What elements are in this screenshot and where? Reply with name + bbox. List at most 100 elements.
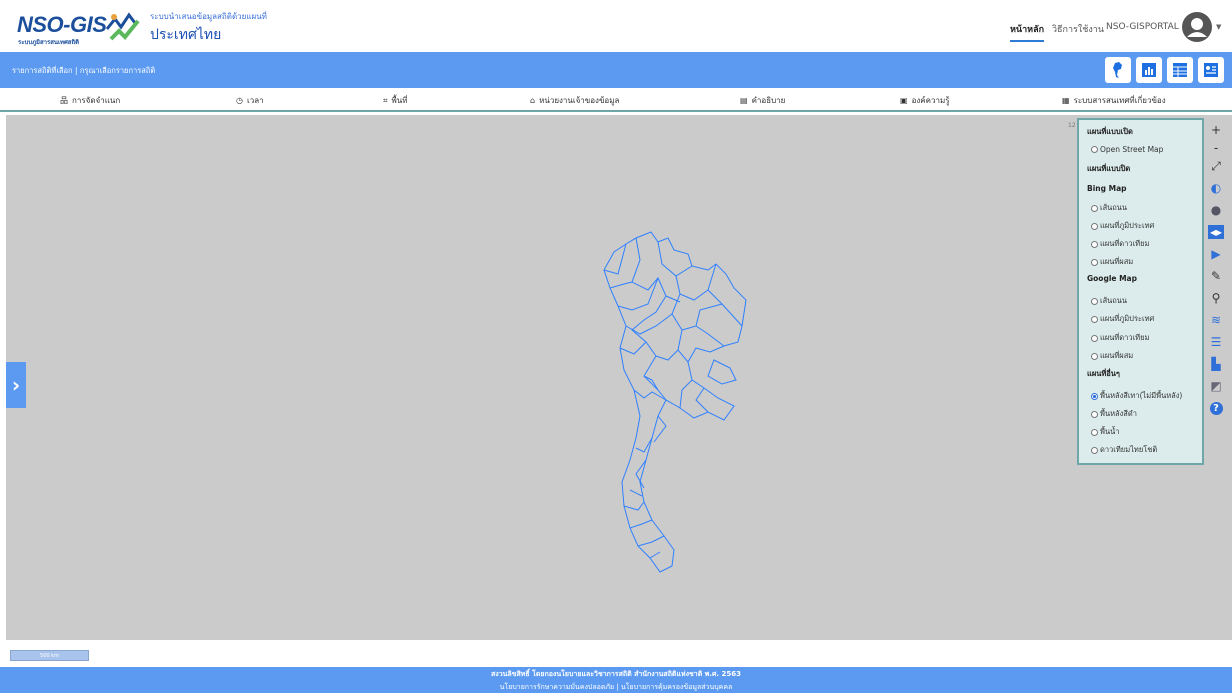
chart-pin-icon: ▙ (1211, 357, 1221, 371)
leaf-icon: ● (1210, 203, 1222, 217)
selection-hint[interactable]: กรุณาเลือกรายการสถิติ (80, 66, 155, 75)
black-background-option[interactable]: พื้นหลังสีดำ (1091, 408, 1137, 420)
help-button[interactable]: ? (1205, 398, 1227, 418)
pencil-icon: ✎ (1210, 269, 1222, 283)
nav-home[interactable]: หน้าหลัก (1010, 22, 1045, 42)
book-icon: ▣ (900, 96, 908, 105)
menu-classification[interactable]: 品การจัดจำแนก (60, 94, 120, 107)
draw-tool-button[interactable]: ✎ (1205, 266, 1227, 286)
radio-icon (1091, 222, 1098, 230)
google-hybrid-option[interactable]: แผนที่ผสม (1091, 350, 1133, 362)
radio-icon (1091, 410, 1098, 418)
swipe-tool-button[interactable]: ◂▸ (1205, 222, 1227, 242)
list-icon: ☰ (1210, 335, 1222, 349)
water-option[interactable]: พื้นน้ำ (1091, 426, 1119, 438)
radio-icon (1091, 352, 1098, 360)
basemap-panel: แผนที่แบบเปิด Open Street Map แผนที่แบบป… (1077, 118, 1204, 465)
other-maps-title: แผนที่อื่นๆ (1087, 369, 1120, 378)
radio-icon (1091, 297, 1098, 305)
nav-howto[interactable]: วิธีการใช้งาน (1052, 22, 1104, 36)
nso-gis-logo[interactable]: NSO-GIS ระบบภูมิสารสนเทศสถิติ (15, 8, 140, 46)
basemap-osm-option[interactable]: Open Street Map (1091, 145, 1163, 154)
stats-tool-button[interactable]: ▙ (1205, 354, 1227, 374)
selection-label: รายการสถิติที่เลือก | กรุณาเลือกรายการสถ… (12, 66, 156, 75)
menu-description[interactable]: ▤ คำอธิบาย (740, 94, 785, 107)
chevron-right-icon: › (11, 373, 21, 397)
bing-map-title: Bing Map (1087, 184, 1127, 193)
building-icon: ⌂ (530, 96, 536, 105)
swipe-icon: ◂▸ (1207, 225, 1225, 239)
google-road-option[interactable]: เส้นถนน (1091, 295, 1127, 307)
map-view-button[interactable] (1105, 57, 1131, 83)
bing-satellite-option[interactable]: แผนที่ดาวเทียม (1091, 238, 1149, 250)
play-button[interactable]: ▶ (1205, 244, 1227, 264)
policy-links[interactable]: นโยบายการรักษาความมั่นคงปลอดภัย | นโยบาย… (0, 682, 1232, 693)
search-tool-button[interactable]: ⚲ (1205, 288, 1227, 308)
table-view-button[interactable] (1167, 57, 1193, 83)
tagline: ระบบนำเสนอข้อมูลสถิติด้วยแผนที่ (150, 12, 267, 21)
user-avatar-icon[interactable] (1182, 12, 1212, 42)
bing-hybrid-option[interactable]: แผนที่ผสม (1091, 256, 1133, 268)
map-print-button[interactable]: ◩ (1205, 376, 1227, 396)
bing-terrain-option[interactable]: แผนที่ภูมิประเทศ (1091, 220, 1154, 232)
radio-icon (1091, 258, 1098, 266)
info-view-button[interactable] (1198, 57, 1224, 83)
zoom-scale-label: 12 (1068, 122, 1076, 129)
menu-time[interactable]: ◷ เวลา (236, 94, 264, 107)
radio-icon (1091, 146, 1098, 153)
google-map-title: Google Map (1087, 274, 1137, 283)
menu-knowledge[interactable]: ▣ องค์ความรู้ (900, 94, 950, 107)
bing-road-option[interactable]: เส้นถนน (1091, 202, 1127, 214)
logo-text: NSO-GIS (17, 12, 107, 37)
system-icon: ▦ (1062, 96, 1070, 105)
google-terrain-option[interactable]: แผนที่ภูมิประเทศ (1091, 313, 1154, 325)
google-satellite-option[interactable]: แผนที่ดาวเทียม (1091, 332, 1149, 344)
bar-chart-icon (1142, 63, 1156, 77)
gray-background-option[interactable]: พื้นหลังสีเทา(ไม่มีพื้นหลัง) (1091, 390, 1182, 402)
menu-agency[interactable]: ⌂ หน่วยงานเจ้าของข้อมูล (530, 94, 619, 107)
side-panel-toggle-button[interactable]: › (6, 362, 26, 408)
map-image-icon: ◩ (1210, 379, 1222, 393)
radio-icon (1091, 446, 1098, 454)
user-menu-caret-icon[interactable]: ▼ (1216, 23, 1221, 31)
globe-map-icon: ◐ (1210, 181, 1222, 195)
selection-bar: รายการสถิติที่เลือก | กรุณาเลือกรายการสถ… (0, 52, 1232, 88)
help-icon: ? (1209, 401, 1223, 415)
zoom-out-button[interactable]: - (1205, 138, 1227, 158)
hierarchy-icon: 品 (60, 96, 68, 105)
radio-icon (1091, 428, 1098, 436)
area-icon: ⌗ (383, 95, 388, 105)
copyright-text: สงวนลิขสิทธิ์ โดยกองนโยบายและวิชาการสถิต… (491, 670, 741, 678)
layers-button[interactable]: ≋ (1205, 310, 1227, 330)
header: NSO-GIS ระบบภูมิสารสนเทศสถิติ ระบบนำเสนอ… (0, 0, 1232, 52)
logo-subtext: ระบบภูมิสารสนเทศสถิติ (18, 39, 79, 46)
table-icon (1173, 63, 1187, 77)
info-card-icon (1204, 63, 1218, 77)
zoom-in-button[interactable]: + (1205, 120, 1227, 140)
layers-icon: ≋ (1210, 313, 1222, 327)
radio-icon (1091, 240, 1098, 248)
logo-mark-icon (105, 12, 140, 41)
search-icon: ⚲ (1211, 291, 1221, 305)
menu-area[interactable]: ⌗ พื้นที่ (383, 94, 408, 107)
clock-icon: ◷ (236, 96, 243, 105)
footer: สงวนลิขสิทธิ์ โดยกองนโยบายและวิชาการสถิต… (0, 667, 1232, 693)
menu-related-systems[interactable]: ▦ ระบบสารสนเทศที่เกี่ยวข้อง (1062, 94, 1166, 107)
fullscreen-button[interactable]: ⤢ (1205, 156, 1227, 176)
main-menu: 品การจัดจำแนก ◷ เวลา ⌗ พื้นที่ ⌂ หน่วยงานเจ้… (0, 88, 1232, 112)
closed-maps-title: แผนที่แบบปิด (1087, 164, 1131, 173)
document-icon: ▤ (740, 96, 748, 105)
map-scale-bar: 500 km (10, 650, 89, 661)
map-canvas[interactable] (6, 115, 1232, 640)
thaichote-option[interactable]: ดาวเทียมไทยโชติ (1091, 444, 1157, 456)
chart-view-button[interactable] (1136, 57, 1162, 83)
open-maps-title: แผนที่แบบเปิด (1087, 127, 1133, 136)
thailand-map-icon (1113, 62, 1122, 78)
nav-portal[interactable]: NSO-GISPORTAL (1106, 22, 1179, 32)
thailand-boundary-map[interactable] (596, 230, 756, 585)
layer-tool-button[interactable]: ● (1205, 200, 1227, 220)
country-title: ประเทศไทย (150, 27, 222, 43)
basemap-tool-button[interactable]: ◐ (1205, 178, 1227, 198)
legend-button[interactable]: ☰ (1205, 332, 1227, 352)
radio-icon (1091, 334, 1098, 342)
